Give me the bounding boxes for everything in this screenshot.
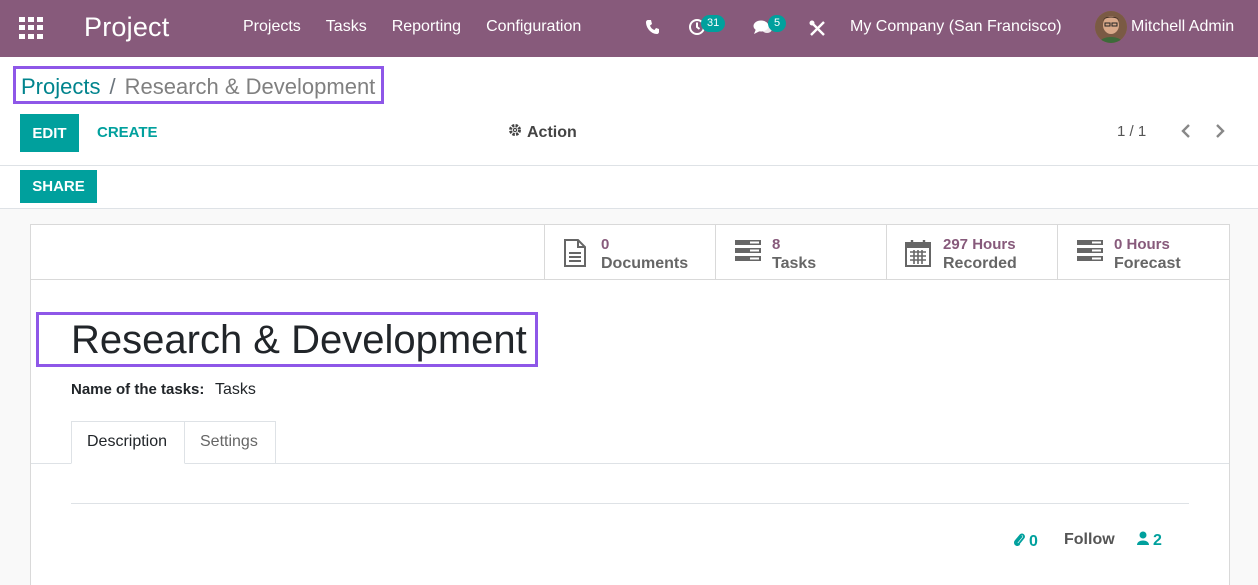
breadcrumb-projects-link[interactable]: Projects — [21, 74, 100, 100]
followers-button[interactable]: 2 — [1137, 531, 1162, 550]
gear-icon — [508, 123, 522, 142]
documents-count: 0 — [601, 236, 610, 253]
documents-label: Documents — [601, 255, 689, 272]
tasks-count: 8 — [772, 236, 781, 253]
tasks-stat-button[interactable]: 8 Tasks — [715, 225, 886, 280]
form-sheet: 0 Documents 8 Tasks 297 Hours Recorded 0… — [30, 224, 1230, 585]
tasks-name-value[interactable]: Tasks — [215, 381, 256, 399]
user-menu[interactable]: Mitchell Admin — [1131, 18, 1234, 36]
action-label: Action — [527, 123, 577, 141]
main-menu: Projects Tasks Reporting Configuration — [243, 18, 606, 36]
tab-description[interactable]: Description — [71, 421, 185, 464]
follow-button[interactable]: Follow — [1064, 531, 1115, 549]
attachments-count: 0 — [1029, 532, 1038, 550]
calendar-icon — [905, 239, 931, 272]
app-title[interactable]: Project — [84, 12, 169, 43]
smart-button-box: 0 Documents 8 Tasks 297 Hours Recorded 0… — [31, 225, 1229, 280]
top-navbar: Project Projects Tasks Reporting Configu… — [0, 0, 1258, 57]
forecast-hours-value: 0 Hours — [1114, 236, 1170, 253]
pager-value[interactable]: 1 / 1 — [1117, 123, 1146, 140]
tasks-label: Tasks — [772, 255, 817, 272]
message-count-badge: 5 — [768, 15, 787, 32]
forecast-hours-label: Forecast — [1114, 255, 1181, 272]
breadcrumb: Projects / Research & Development — [13, 66, 385, 104]
tab-settings[interactable]: Settings — [185, 421, 276, 464]
action-dropdown[interactable]: Action — [508, 123, 577, 142]
activity-count-badge: 31 — [701, 15, 726, 32]
recorded-hours-value: 297 Hours — [943, 236, 1016, 253]
breadcrumb-separator: / — [109, 73, 116, 99]
notebook-tabs: Description Settings — [31, 421, 1229, 464]
tasks-name-label: Name of the tasks: — [71, 381, 205, 398]
project-title-box[interactable]: Research & Development — [36, 312, 538, 367]
attachments-button[interactable]: 0 — [1013, 531, 1038, 552]
debug-tools-icon[interactable] — [809, 20, 826, 42]
apps-menu-icon[interactable] — [19, 17, 43, 39]
control-panel: Projects / Research & Development EDIT C… — [0, 57, 1258, 209]
project-title[interactable]: Research & Development — [71, 318, 527, 363]
create-button[interactable]: CREATE — [97, 124, 158, 141]
chatter-divider — [71, 503, 1189, 504]
recorded-hours-stat-button[interactable]: 297 Hours Recorded — [886, 225, 1057, 280]
user-icon — [1137, 531, 1149, 550]
tasks-icon — [734, 239, 762, 268]
company-switcher[interactable]: My Company (San Francisco) — [850, 18, 1062, 36]
control-panel-divider — [0, 165, 1258, 166]
document-icon — [563, 239, 587, 272]
menu-projects[interactable]: Projects — [243, 18, 301, 36]
pager-next-icon[interactable] — [1214, 123, 1230, 141]
breadcrumb-current: Research & Development — [124, 73, 376, 99]
menu-tasks[interactable]: Tasks — [326, 18, 367, 36]
forecast-icon — [1076, 239, 1104, 268]
paperclip-icon — [1013, 531, 1025, 552]
followers-count: 2 — [1153, 531, 1162, 549]
edit-button[interactable]: EDIT — [20, 114, 79, 152]
pager-previous-icon[interactable] — [1180, 123, 1196, 141]
menu-configuration[interactable]: Configuration — [486, 18, 581, 36]
share-button[interactable]: SHARE — [20, 170, 97, 203]
phone-icon[interactable] — [645, 19, 660, 40]
documents-stat-button[interactable]: 0 Documents — [544, 225, 715, 280]
menu-reporting[interactable]: Reporting — [392, 18, 461, 36]
user-avatar[interactable] — [1095, 11, 1127, 43]
forecast-hours-stat-button[interactable]: 0 Hours Forecast — [1057, 225, 1229, 280]
recorded-hours-label: Recorded — [943, 255, 1017, 272]
